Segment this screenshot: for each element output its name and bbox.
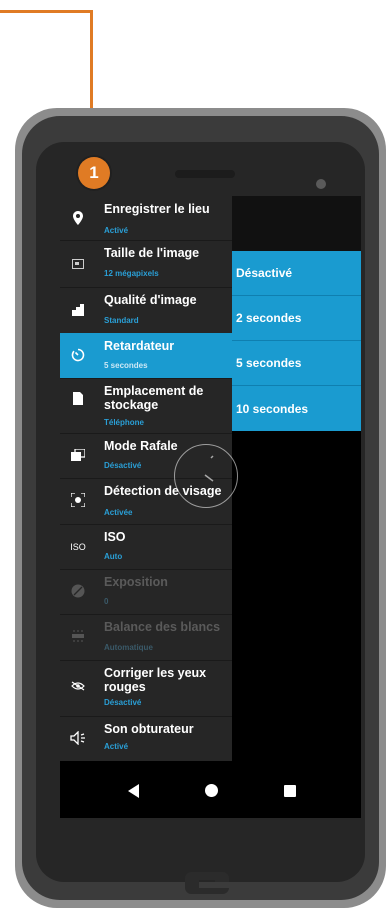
menu-item-title: Enregistrer le lieu: [104, 202, 210, 216]
timer-overlay-icon: [174, 444, 238, 508]
menu-item-red-eye[interactable]: Corriger les yeux rouges Désactivé: [60, 660, 232, 717]
callout-badge: 1: [78, 157, 110, 189]
white-balance-icon: [68, 626, 88, 646]
earpiece: [175, 170, 235, 178]
menu-item-image-quality[interactable]: Qualité d'image Standard: [60, 287, 232, 334]
storage-card-icon: [68, 388, 88, 408]
image-size-icon: [68, 254, 88, 274]
brand-logo-icon: [185, 872, 229, 894]
menu-item-exposure: Exposition 0: [60, 569, 232, 615]
menu-item-subtitle: 12 mégapixels: [104, 269, 159, 278]
timer-options-submenu: Désactivé 2 secondes 5 secondes 10 secon…: [232, 251, 361, 431]
menu-item-subtitle: Désactivé: [104, 461, 142, 470]
menu-item-title: ISO: [104, 530, 126, 544]
menu-item-subtitle: Auto: [104, 552, 123, 561]
menu-item-title: Emplacement de stockage: [104, 384, 204, 412]
menu-item-title: Son obturateur: [104, 722, 194, 736]
exposure-icon: [68, 581, 88, 601]
timer-option-off[interactable]: Désactivé: [232, 251, 361, 296]
menu-item-title: Taille de l'image: [104, 246, 200, 260]
callout-line-horizontal: [0, 10, 93, 13]
timer-option-10s[interactable]: 10 secondes: [232, 386, 361, 431]
menu-item-subtitle: Activé: [104, 742, 129, 751]
nav-home-icon[interactable]: [205, 784, 218, 797]
shutter-sound-icon: [68, 728, 88, 748]
menu-item-title: Retardateur: [104, 339, 175, 353]
face-detection-icon: [68, 490, 88, 510]
menu-item-subtitle: Désactivé: [104, 698, 142, 707]
menu-item-location[interactable]: Enregistrer le lieu Activé: [60, 196, 232, 241]
menu-item-white-balance: Balance des blancs Automatique: [60, 614, 232, 661]
nav-back-icon[interactable]: [128, 784, 139, 798]
menu-item-shutter-sound[interactable]: Son obturateur Activé: [60, 716, 232, 761]
menu-item-subtitle: Activée: [104, 508, 133, 517]
timer-icon: [68, 345, 88, 365]
menu-item-self-timer[interactable]: Retardateur 5 secondes: [60, 333, 232, 379]
timer-option-5s[interactable]: 5 secondes: [232, 341, 361, 386]
menu-item-iso[interactable]: ISO ISO Auto: [60, 524, 232, 570]
iso-icon: ISO: [70, 542, 86, 552]
nav-recent-apps-icon[interactable]: [284, 785, 296, 797]
menu-item-title: Qualité d'image: [104, 293, 197, 307]
quality-bars-icon: [68, 300, 88, 320]
phone-screen: Enregistrer le lieu Activé Taille de l'i…: [60, 196, 361, 818]
timer-option-2s[interactable]: 2 secondes: [232, 296, 361, 341]
menu-item-subtitle: Activé: [104, 226, 129, 235]
menu-item-subtitle: Automatique: [104, 643, 153, 652]
menu-item-subtitle: Téléphone: [104, 418, 145, 427]
menu-item-subtitle: Standard: [104, 316, 139, 325]
menu-item-storage-location[interactable]: Emplacement de stockage Téléphone: [60, 378, 232, 434]
red-eye-icon: [68, 676, 88, 696]
proximity-sensor: [316, 179, 326, 189]
menu-item-subtitle: 0: [104, 597, 109, 606]
menu-item-image-size[interactable]: Taille de l'image 12 mégapixels: [60, 240, 232, 288]
menu-item-subtitle: 5 secondes: [104, 361, 148, 370]
location-pin-icon: [68, 208, 88, 228]
android-nav-bar: [60, 761, 361, 818]
burst-mode-icon: [68, 445, 88, 465]
menu-item-title: Balance des blancs: [104, 620, 221, 634]
menu-item-title: Exposition: [104, 575, 168, 589]
menu-item-title: Corriger les yeux rouges: [104, 666, 207, 694]
